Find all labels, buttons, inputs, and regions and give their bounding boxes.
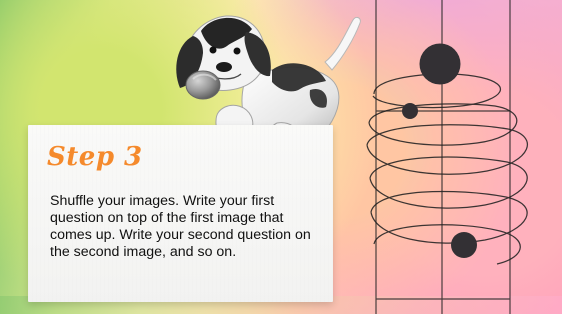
spiral-ring-3 [366,124,528,175]
spiral-rings [366,73,528,265]
lesson-slide: Step 3 Shuffle your images. Write your f… [0,0,562,314]
spiral-ring-6 [373,224,521,265]
large-dot-top [419,43,461,85]
dog-tail [324,16,361,71]
dog-eye-left [209,46,217,54]
large-dot-bottom [451,232,477,258]
instruction-card: Step 3 Shuffle your images. Write your f… [28,125,333,302]
dog-nose [216,62,232,72]
spiral-ring-4 [369,156,528,209]
step-title: Step 3 [47,142,143,172]
small-dot [402,103,418,119]
dog-eye-right [233,47,241,55]
step-instructions: Shuffle your images. Write your first qu… [50,193,311,260]
